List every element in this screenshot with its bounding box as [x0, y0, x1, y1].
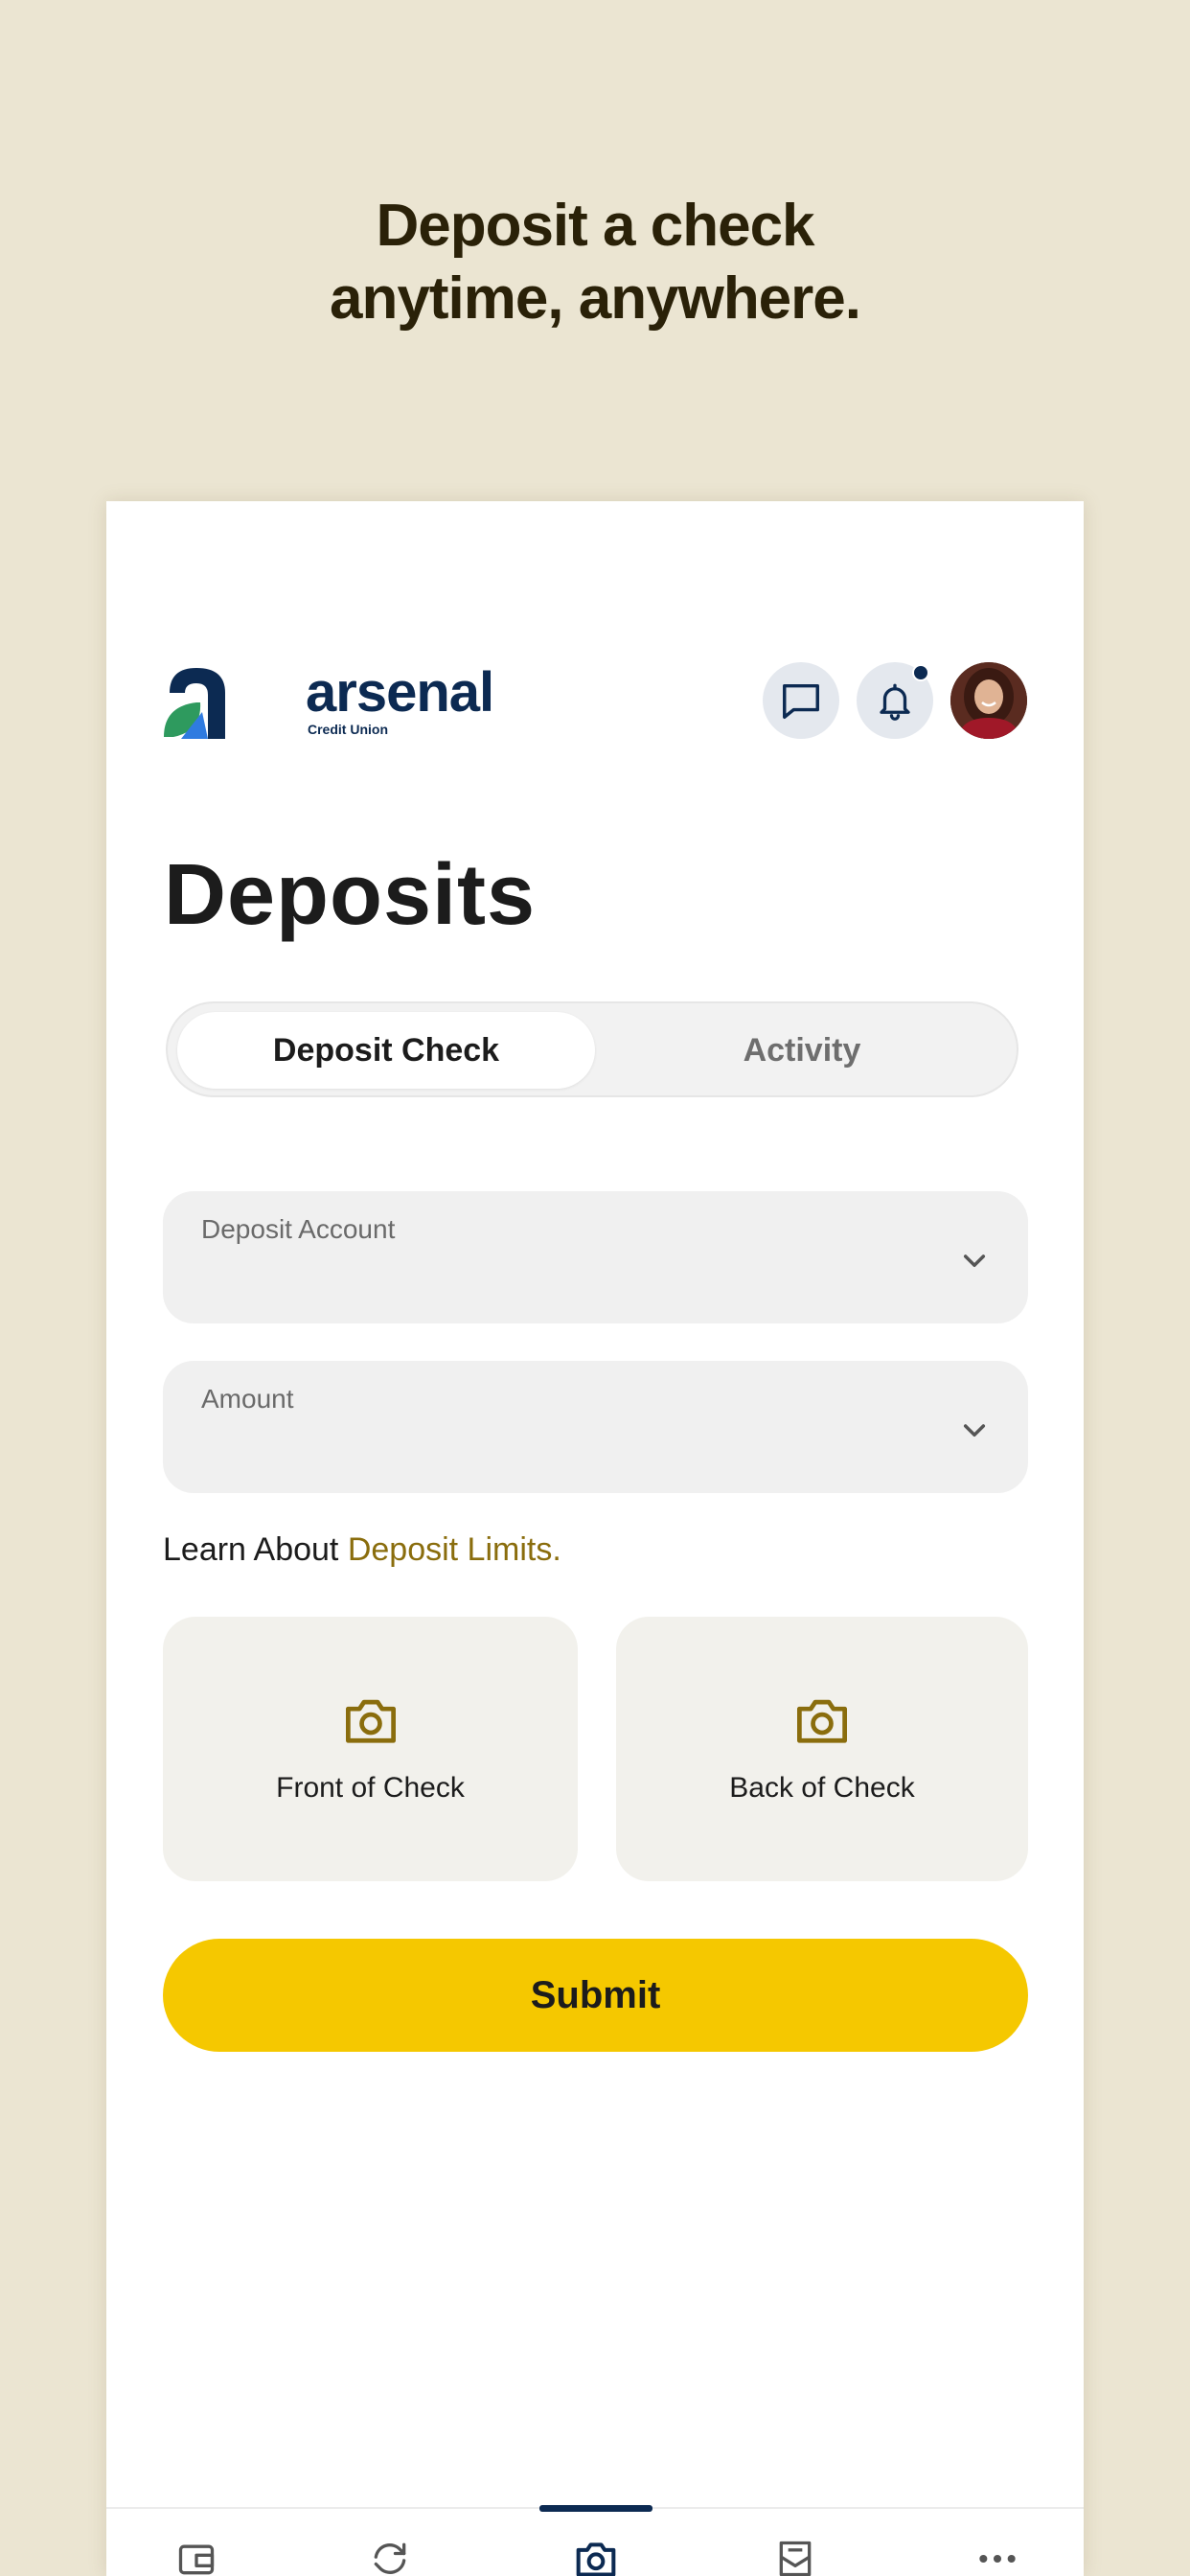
- tab-activity[interactable]: Activity: [593, 1012, 1011, 1089]
- chat-icon: [783, 683, 819, 719]
- avatar-image: [950, 662, 1027, 739]
- notifications-button[interactable]: [857, 662, 933, 739]
- promo-headline-line2: anytime, anywhere.: [329, 265, 861, 332]
- deposit-tabs: Deposit Check Activity: [166, 1001, 1018, 1097]
- deposit-limits-link[interactable]: Deposit Limits.: [348, 1531, 561, 1568]
- notification-dot: [912, 664, 929, 681]
- wallet-icon: [178, 2544, 215, 2575]
- phone-screen: arsenal Credit Union Deposits Deposit Ch…: [106, 501, 1084, 2576]
- nav-item-inbox[interactable]: [774, 2538, 816, 2576]
- camera-icon: [797, 1699, 847, 1743]
- chat-button[interactable]: [763, 662, 839, 739]
- transfer-icon: [374, 2542, 406, 2574]
- deposit-account-label: Deposit Account: [201, 1214, 396, 1244]
- deposit-account-select[interactable]: Deposit Account: [163, 1191, 1028, 1323]
- bottom-nav: [106, 2505, 1084, 2576]
- nav-item-deposit[interactable]: [575, 2538, 617, 2576]
- tab-deposit-check[interactable]: Deposit Check: [177, 1012, 595, 1089]
- bell-icon: [880, 683, 910, 721]
- arsenal-logo-icon: [164, 668, 225, 739]
- amount-label: Amount: [201, 1384, 294, 1414]
- camera-icon: [345, 1699, 396, 1743]
- nav-item-more[interactable]: [976, 2538, 1018, 2576]
- brand-logo: arsenal Credit Union: [164, 662, 494, 743]
- deposit-limits-text: Learn About Deposit Limits.: [163, 1531, 561, 1569]
- camera-icon: [576, 2542, 616, 2576]
- promo-headline-line1: Deposit a check: [376, 193, 814, 259]
- page-title: Deposits: [164, 847, 537, 943]
- learn-prefix: Learn About: [163, 1531, 348, 1568]
- brand-name: arsenal: [306, 661, 494, 724]
- more-icon: [979, 2554, 1016, 2564]
- amount-field[interactable]: Amount: [163, 1361, 1028, 1493]
- front-of-check-button[interactable]: Front of Check: [163, 1617, 578, 1881]
- nav-item-transfer[interactable]: [369, 2538, 411, 2576]
- inbox-icon: [779, 2541, 812, 2576]
- nav-item-wallet[interactable]: [175, 2538, 217, 2576]
- nav-active-indicator: [539, 2505, 652, 2512]
- front-of-check-label: Front of Check: [276, 1772, 465, 1804]
- profile-avatar[interactable]: [950, 662, 1027, 739]
- brand-subtitle: Credit Union: [308, 722, 388, 737]
- back-of-check-label: Back of Check: [729, 1772, 915, 1804]
- back-of-check-button[interactable]: Back of Check: [616, 1617, 1028, 1881]
- chevron-down-icon: [963, 1424, 986, 1438]
- promo-headline: Deposit a check anytime, anywhere.: [0, 190, 1190, 335]
- chevron-down-icon: [963, 1254, 986, 1268]
- submit-button[interactable]: Submit: [163, 1939, 1028, 2052]
